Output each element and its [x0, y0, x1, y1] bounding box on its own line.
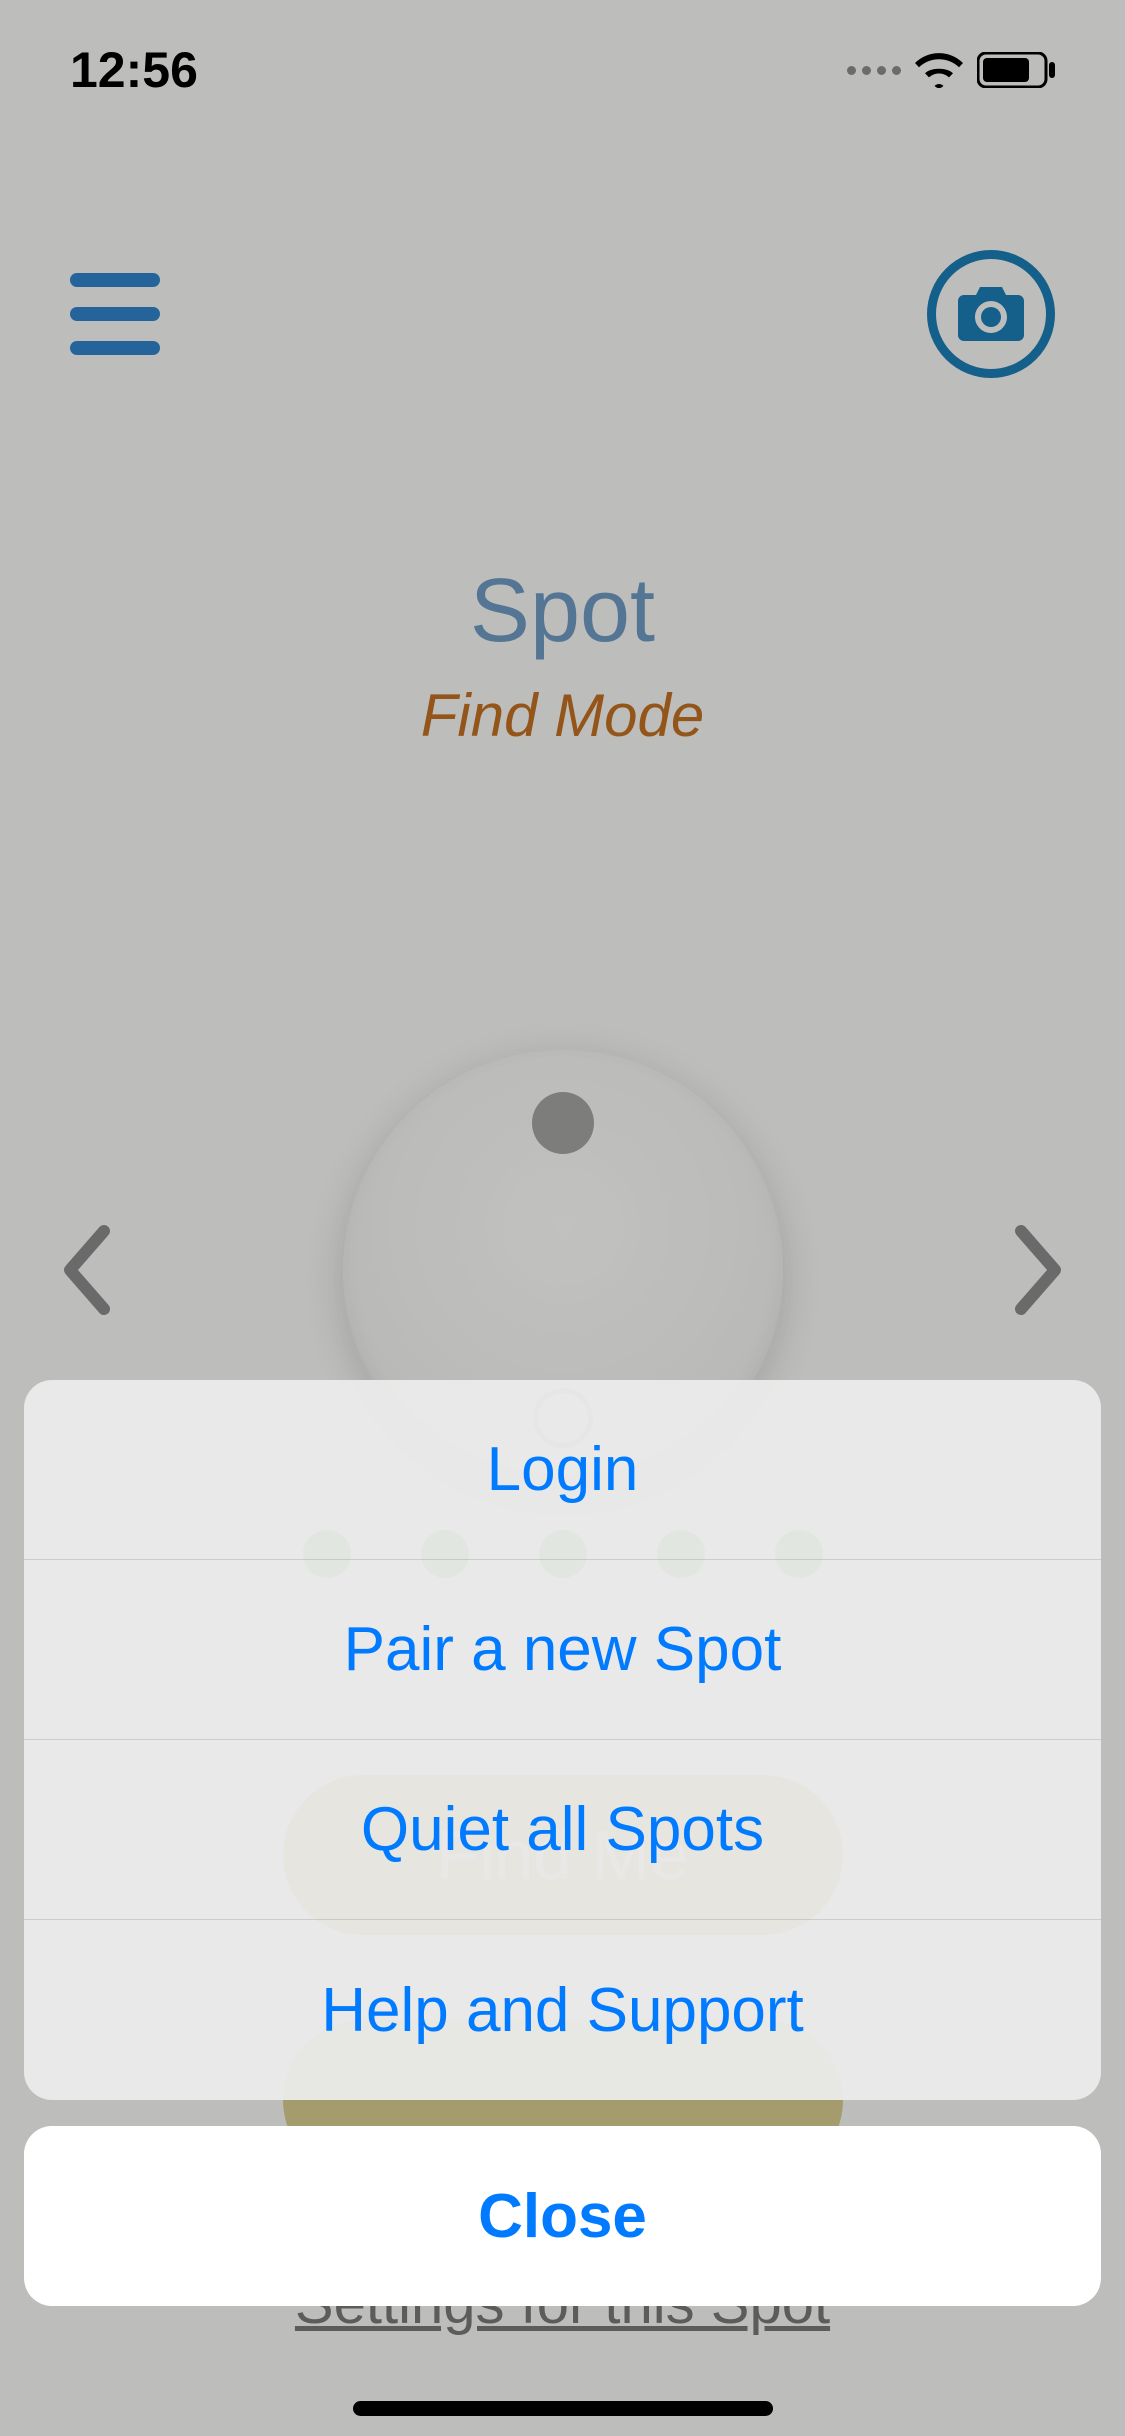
action-pair-new-spot[interactable]: Pair a new Spot [24, 1560, 1101, 1740]
home-indicator[interactable] [353, 2401, 773, 2416]
action-help-support[interactable]: Help and Support [24, 1920, 1101, 2100]
action-quiet-all-spots[interactable]: Quiet all Spots [24, 1740, 1101, 1920]
action-sheet-group: Login Pair a new Spot Quiet all Spots He… [24, 1380, 1101, 2100]
action-sheet: Login Pair a new Spot Quiet all Spots He… [24, 1380, 1101, 2306]
action-login[interactable]: Login [24, 1380, 1101, 1560]
action-close[interactable]: Close [24, 2126, 1101, 2306]
